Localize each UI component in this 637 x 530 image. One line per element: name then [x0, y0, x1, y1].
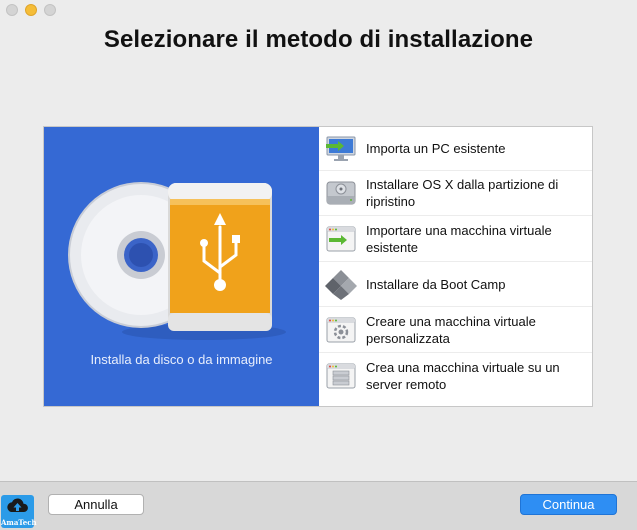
minimize-window-button[interactable] — [25, 4, 37, 16]
install-options-list: Importa un PC esistente Installare OS X … — [319, 127, 592, 406]
option-install-bootcamp[interactable]: Installare da Boot Camp — [319, 262, 592, 307]
option-label: Creare una macchina virtuale — [366, 313, 536, 329]
custom-vm-icon — [326, 317, 356, 342]
hard-drive-icon — [326, 181, 356, 205]
install-from-disk-label: Installa da disco o da immagine — [90, 352, 273, 367]
page-title: Selezionare il metodo di installazione — [103, 26, 534, 53]
zoom-window-button[interactable] — [44, 4, 56, 16]
option-label-line2: personalizzata — [366, 330, 450, 346]
installation-method-panel: Installa da disco o da immagine Importa … — [43, 126, 593, 407]
option-label: Installare da Boot Camp — [366, 276, 506, 292]
continue-button[interactable]: Continua — [520, 494, 617, 515]
remote-server-icon — [326, 363, 356, 389]
option-label-line2: ripristino — [366, 194, 416, 209]
vm-import-icon — [326, 226, 356, 251]
option-label: Importa un PC esistente — [366, 141, 506, 156]
option-label: Importare una macchina virtuale — [366, 222, 552, 238]
watermark-logo: AmaTech — [1, 495, 37, 528]
option-install-osx-recovery[interactable]: Installare OS X dalla partizione di ripr… — [319, 171, 592, 216]
cancel-button[interactable]: Annulla — [48, 494, 144, 515]
install-from-disk-option[interactable]: Installa da disco o da immagine — [44, 127, 319, 406]
option-label: Crea una macchina virtuale su un — [366, 360, 560, 375]
cloud-icon — [7, 498, 28, 512]
option-create-custom-vm[interactable]: Creare una macchina virtuale personalizz… — [319, 307, 592, 353]
option-create-remote-vm[interactable]: Crea una macchina virtuale su un server … — [319, 353, 592, 399]
option-label: Installare OS X dalla partizione di — [366, 177, 559, 192]
watermark-text: AmaTech — [1, 518, 37, 527]
option-import-vm[interactable]: Importare una macchina virtuale esistent… — [319, 216, 592, 262]
option-label-line2: esistente — [366, 239, 419, 255]
bootcamp-icon — [325, 270, 357, 300]
window-controls — [6, 4, 56, 16]
monitor-import-icon — [326, 136, 356, 161]
option-import-pc[interactable]: Importa un PC esistente — [319, 127, 592, 171]
option-label-line2: server remoto — [366, 377, 447, 392]
close-window-button[interactable] — [6, 4, 18, 16]
